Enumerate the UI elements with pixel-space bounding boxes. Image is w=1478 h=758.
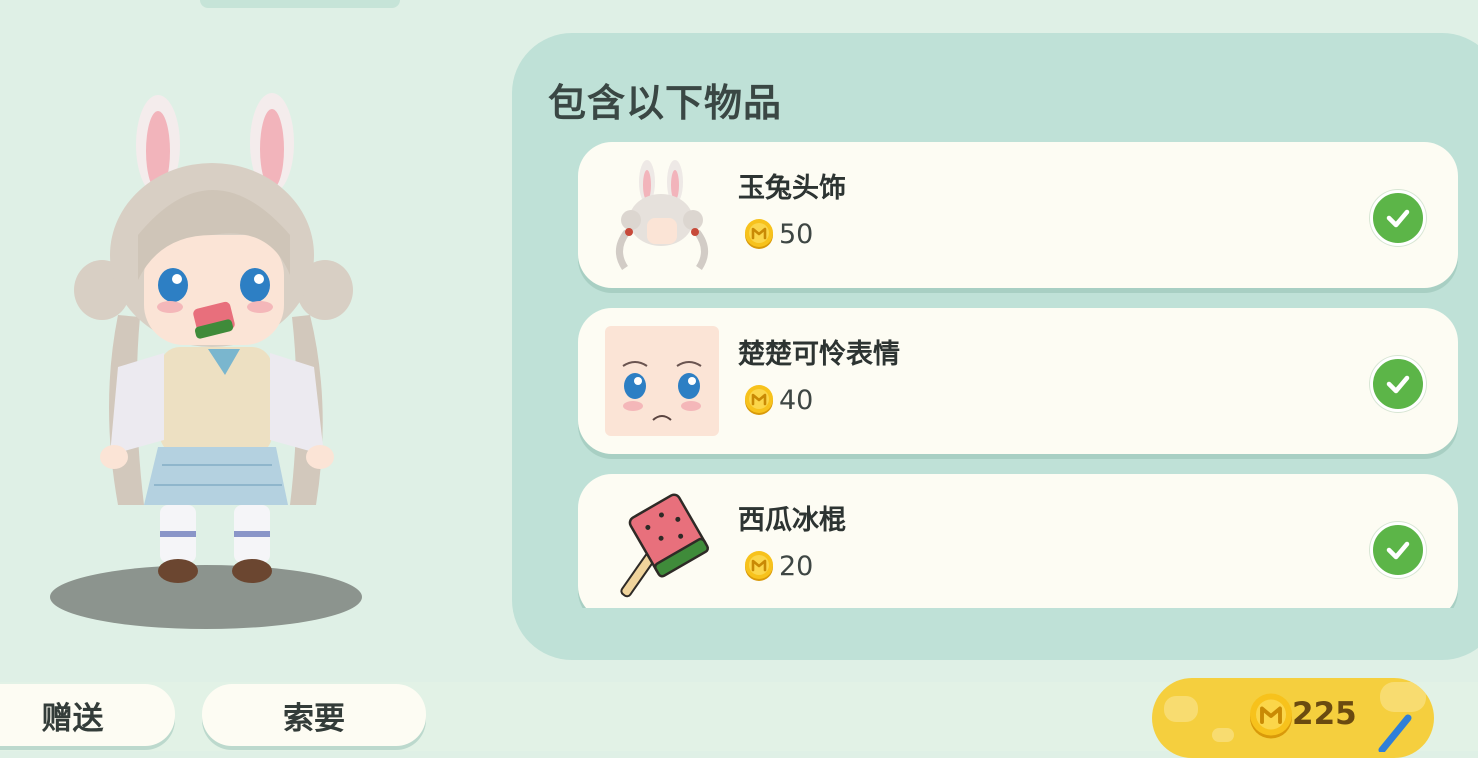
panel-title: 包含以下物品 xyxy=(548,81,783,125)
bunny-headwear-icon xyxy=(616,160,708,270)
item-price: 50 xyxy=(743,218,813,250)
item-name: 玉兔头饰 xyxy=(738,173,846,204)
owned-check-icon xyxy=(1370,522,1426,578)
owned-check-icon xyxy=(1370,356,1426,412)
request-button[interactable]: 索要 xyxy=(202,684,426,746)
item-name: 楚楚可怜表情 xyxy=(738,339,900,370)
item-name: 西瓜冰棍 xyxy=(738,505,846,536)
mini-coin-icon xyxy=(1247,692,1295,740)
top-tab-decoration xyxy=(200,0,400,8)
item-card-pitiful-face[interactable]: 楚楚可怜表情 40 xyxy=(578,308,1458,454)
item-price: 40 xyxy=(743,384,813,416)
watermelon-popsicle-icon xyxy=(620,493,710,598)
pitiful-face-icon xyxy=(605,326,719,436)
mini-coin-icon xyxy=(743,384,775,416)
pen-icon xyxy=(1378,714,1412,752)
item-price-value: 40 xyxy=(779,384,814,416)
item-price-value: 20 xyxy=(779,550,814,582)
item-card-watermelon-popsicle[interactable]: 西瓜冰棍 20 xyxy=(578,474,1458,608)
mini-coin-icon xyxy=(743,218,775,250)
balance-amount: 225 xyxy=(1292,696,1357,732)
owned-check-icon xyxy=(1370,190,1426,246)
item-card-bunny-headwear[interactable]: 玉兔头饰 50 xyxy=(578,142,1458,288)
gift-button[interactable]: 赠送 xyxy=(0,684,175,746)
item-price: 20 xyxy=(743,550,813,582)
item-price-value: 50 xyxy=(779,218,814,250)
mini-coin-icon xyxy=(743,550,775,582)
avatar-preview[interactable] xyxy=(40,85,380,645)
items-list[interactable]: 玉兔头饰 50 楚楚可怜表情 40 西瓜冰棍 20 xyxy=(578,140,1458,608)
